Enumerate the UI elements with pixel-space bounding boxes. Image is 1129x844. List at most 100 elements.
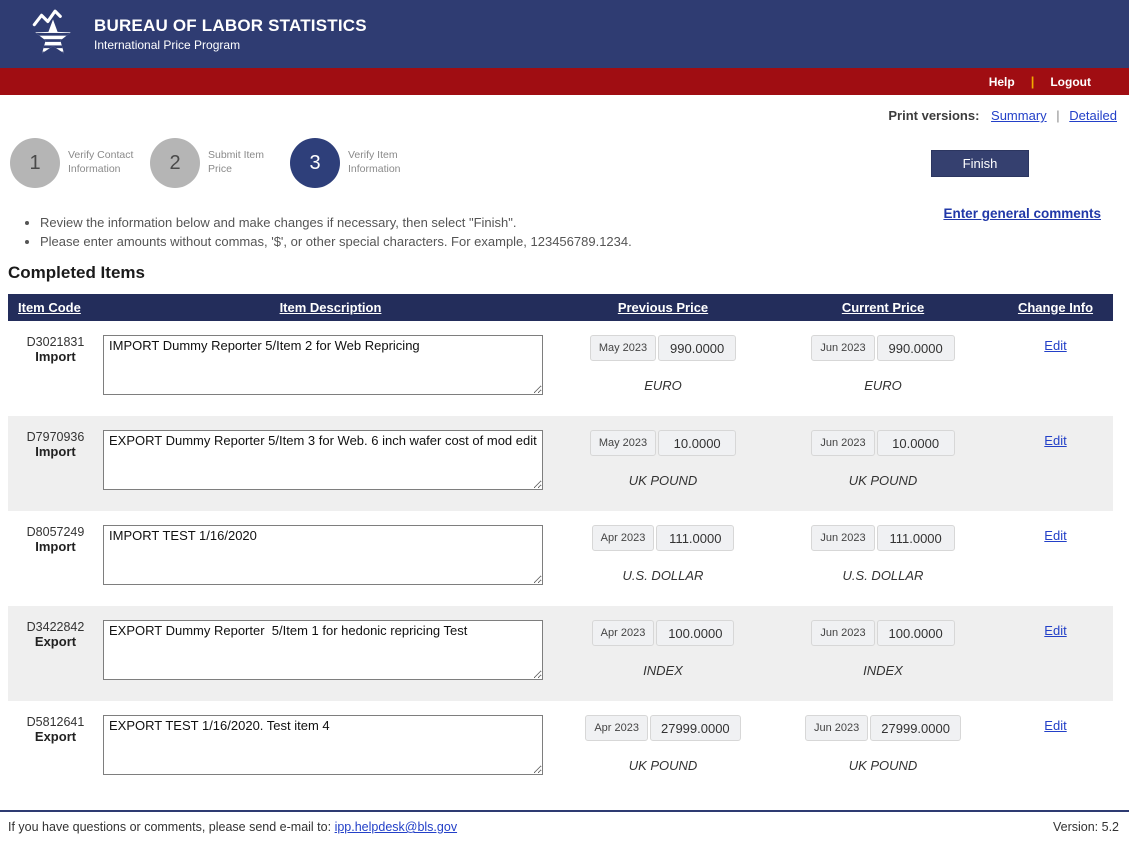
item-description-input[interactable]: EXPORT Dummy Reporter 5/Item 1 for hedon… — [103, 620, 543, 680]
previous-price-currency: INDEX — [643, 663, 683, 678]
previous-price-month: May 2023 — [590, 335, 656, 361]
previous-price-group: May 2023 10.0000 — [590, 430, 736, 456]
change-info-cell: Edit — [998, 606, 1113, 701]
bls-star-logo-icon — [26, 8, 80, 60]
previous-price-value: 10.0000 — [658, 430, 736, 456]
helpdesk-email-link[interactable]: ipp.helpdesk@bls.gov — [335, 820, 458, 834]
table-row: D8057249 Import IMPORT TEST 1/16/2020 Ap… — [8, 511, 1113, 606]
page-footer: If you have questions or comments, pleas… — [0, 810, 1129, 834]
current-price-month: Jun 2023 — [811, 430, 874, 456]
footer-text: If you have questions or comments, pleas… — [8, 820, 331, 834]
current-price-month: Jun 2023 — [811, 525, 874, 551]
step-verify-item-information: 3 Verify Item Information — [290, 138, 430, 188]
change-info-cell: Edit — [998, 321, 1113, 416]
current-price-currency: U.S. DOLLAR — [843, 568, 924, 583]
current-price-cell: Jun 2023 100.0000 INDEX — [768, 606, 998, 701]
item-code: D3422842 — [8, 620, 103, 634]
page: BUREAU OF LABOR STATISTICS International… — [0, 0, 1129, 844]
sort-item-code-link[interactable]: Item Code — [18, 300, 81, 315]
item-description-cell: IMPORT TEST 1/16/2020 — [103, 511, 558, 606]
step-1-label: Verify Contact Information — [68, 149, 146, 176]
app-header: BUREAU OF LABOR STATISTICS International… — [0, 0, 1129, 68]
item-description-cell: EXPORT TEST 1/16/2020. Test item 4 — [103, 701, 558, 796]
table-row: D3021831 Import IMPORT Dummy Reporter 5/… — [8, 321, 1113, 416]
current-price-group: Jun 2023 27999.0000 — [805, 715, 961, 741]
step-verify-contact-information: 1 Verify Contact Information — [10, 138, 150, 188]
enter-general-comments-link[interactable]: Enter general comments — [943, 206, 1101, 221]
current-price-currency: INDEX — [863, 663, 903, 678]
edit-link[interactable]: Edit — [1044, 433, 1066, 448]
item-code-cell: D5812641 Export — [8, 701, 103, 796]
item-code-cell: D7970936 Import — [8, 416, 103, 511]
help-link[interactable]: Help — [989, 75, 1015, 89]
step-2-circle[interactable]: 2 — [150, 138, 200, 188]
current-price-group: Jun 2023 111.0000 — [811, 525, 954, 551]
item-description-cell: EXPORT Dummy Reporter 5/Item 3 for Web. … — [103, 416, 558, 511]
current-price-value: 27999.0000 — [870, 715, 961, 741]
sort-item-description-link[interactable]: Item Description — [280, 300, 382, 315]
step-submit-item-price: 2 Submit Item Price — [150, 138, 290, 188]
previous-price-value: 990.0000 — [658, 335, 736, 361]
item-description-input[interactable]: EXPORT Dummy Reporter 5/Item 3 for Web. … — [103, 430, 543, 490]
item-description-cell: IMPORT Dummy Reporter 5/Item 2 for Web R… — [103, 321, 558, 416]
step-1-circle[interactable]: 1 — [10, 138, 60, 188]
current-price-cell: Jun 2023 990.0000 EURO — [768, 321, 998, 416]
item-code-cell: D3021831 Import — [8, 321, 103, 416]
current-price-month: Jun 2023 — [811, 335, 874, 361]
edit-link[interactable]: Edit — [1044, 338, 1066, 353]
previous-price-month: Apr 2023 — [592, 620, 655, 646]
previous-price-cell: May 2023 10.0000 UK POUND — [558, 416, 768, 511]
trade-type: Export — [8, 634, 103, 649]
print-versions-separator: | — [1056, 108, 1059, 123]
current-price-value: 100.0000 — [877, 620, 955, 646]
previous-price-currency: U.S. DOLLAR — [623, 568, 704, 583]
previous-price-month: Apr 2023 — [585, 715, 648, 741]
edit-link[interactable]: Edit — [1044, 528, 1066, 543]
current-price-group: Jun 2023 10.0000 — [811, 430, 954, 456]
trade-type: Import — [8, 349, 103, 364]
step-2-label: Submit Item Price — [208, 149, 286, 176]
table-body: D3021831 Import IMPORT Dummy Reporter 5/… — [8, 321, 1113, 796]
completed-items-title: Completed Items — [8, 263, 145, 283]
previous-price-cell: Apr 2023 27999.0000 UK POUND — [558, 701, 768, 796]
print-versions: Print versions: Summary | Detailed — [888, 108, 1117, 123]
previous-price-group: Apr 2023 100.0000 — [592, 620, 735, 646]
item-description-input[interactable]: EXPORT TEST 1/16/2020. Test item 4 — [103, 715, 543, 775]
current-price-value: 111.0000 — [877, 525, 955, 551]
utility-nav: Help | Logout — [0, 68, 1129, 95]
previous-price-cell: Apr 2023 111.0000 U.S. DOLLAR — [558, 511, 768, 606]
sort-change-info-link[interactable]: Change Info — [1018, 300, 1093, 315]
table-row: D3422842 Export EXPORT Dummy Reporter 5/… — [8, 606, 1113, 701]
change-info-cell: Edit — [998, 416, 1113, 511]
current-price-month: Jun 2023 — [811, 620, 874, 646]
change-info-cell: Edit — [998, 511, 1113, 606]
version-label: Version: 5.2 — [1053, 820, 1119, 834]
current-price-currency: EURO — [864, 378, 902, 393]
sort-current-price-link[interactable]: Current Price — [842, 300, 924, 315]
print-summary-link[interactable]: Summary — [991, 108, 1047, 123]
finish-button[interactable]: Finish — [931, 150, 1029, 177]
sort-previous-price-link[interactable]: Previous Price — [618, 300, 708, 315]
item-description-cell: EXPORT Dummy Reporter 5/Item 1 for hedon… — [103, 606, 558, 701]
item-description-input[interactable]: IMPORT Dummy Reporter 5/Item 2 for Web R… — [103, 335, 543, 395]
logout-link[interactable]: Logout — [1050, 75, 1091, 89]
table-header-row: Item Code Item Description Previous Pric… — [8, 294, 1113, 321]
current-price-currency: UK POUND — [849, 758, 918, 773]
trade-type: Import — [8, 444, 103, 459]
current-price-value: 990.0000 — [877, 335, 955, 361]
item-code: D8057249 — [8, 525, 103, 539]
previous-price-month: May 2023 — [590, 430, 656, 456]
previous-price-group: Apr 2023 27999.0000 — [585, 715, 740, 741]
edit-link[interactable]: Edit — [1044, 718, 1066, 733]
step-3-circle[interactable]: 3 — [290, 138, 340, 188]
previous-price-value: 27999.0000 — [650, 715, 741, 741]
print-detailed-link[interactable]: Detailed — [1069, 108, 1117, 123]
item-code: D7970936 — [8, 430, 103, 444]
item-description-input[interactable]: IMPORT TEST 1/16/2020 — [103, 525, 543, 585]
trade-type: Import — [8, 539, 103, 554]
step-3-label: Verify Item Information — [348, 149, 426, 176]
header-titles: BUREAU OF LABOR STATISTICS International… — [94, 16, 367, 52]
footer-help-text: If you have questions or comments, pleas… — [8, 820, 457, 834]
edit-link[interactable]: Edit — [1044, 623, 1066, 638]
current-price-cell: Jun 2023 111.0000 U.S. DOLLAR — [768, 511, 998, 606]
